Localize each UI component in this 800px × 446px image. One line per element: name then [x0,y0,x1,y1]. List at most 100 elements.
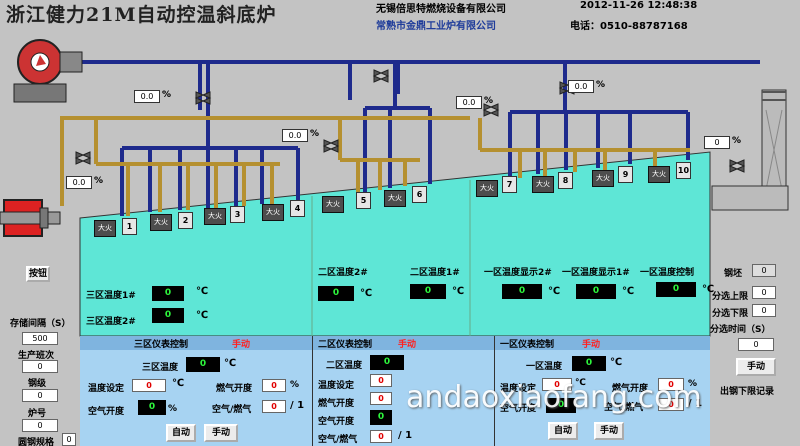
panel3-gas-unit: % [290,380,300,390]
furnace-number-label: 炉号 [28,409,47,419]
panel3-temp-display: 0 [186,357,220,372]
panel1-temp-display: 0 [572,356,606,371]
zone2-temp1-label: 二区温度2# [318,268,368,278]
bar-spec-input[interactable]: 0 [62,433,76,446]
panel3-temp-unit: ℃ [224,358,237,369]
panel2-setpoint-label: 温度设定 [318,381,355,391]
right-manual-button[interactable]: 手动 [736,358,776,376]
panel-divider [312,336,313,446]
valve-unit: % [596,80,606,90]
burner-fire-label: 大火 [322,196,344,213]
zone1-temp3-label: 一区温度控制 [640,268,695,278]
steel-grade-label: 钢级 [28,379,47,389]
zone3-temp2-display: 0 [152,308,184,323]
zone3-temp1-unit: ℃ [196,286,209,297]
valve-unit: % [484,96,494,106]
burner-fire-label: 大火 [476,180,498,197]
panel2-ratio-input[interactable]: 0 [370,430,392,443]
zone1-temp2-display: 0 [576,284,616,299]
panel3-setpoint-label: 温度设定 [88,384,125,394]
panel2-ratio-label: 空气/燃气 [318,435,358,445]
valve-unit: % [732,136,742,146]
watermark: andaoxiaofang.com [406,380,702,415]
zone2-temp1-unit: ℃ [360,288,373,299]
valve-opening: 0.0 [66,176,92,189]
zone1-temp1-unit: ℃ [548,286,561,297]
panel3-mode: 手动 [232,340,251,350]
interval-label: 存储间隔（S） [10,319,71,329]
burner-number: 7 [502,176,517,193]
burner-fire-label: 大火 [262,204,284,221]
lower-limit-label: 分选下限 [712,309,749,319]
zone2-temp2-display: 0 [410,284,446,299]
panel3-setpoint-unit: ℃ [172,378,185,389]
valve-unit: % [162,90,172,100]
panel1-title: 一区仪表控制 [500,340,555,350]
panel2-ratio-sep: / 1 [398,430,413,441]
panel3-auto-button[interactable]: 自动 [166,424,196,442]
zone2-temp1-display: 0 [318,286,354,301]
panel1-temp-unit: ℃ [610,357,623,368]
zone3-temp1-label: 三区温度1# [86,291,136,301]
bar-spec-label: 圆钢规格 [18,438,55,446]
burner-number: 1 [122,218,137,235]
burner-number: 9 [618,166,633,183]
panel2-title: 二区仪表控制 [318,340,373,350]
zone1-temp2-unit: ℃ [622,286,635,297]
shift-input[interactable]: 0 [22,360,58,373]
burner-number: 8 [558,172,573,189]
panel2-gas-input[interactable]: 0 [370,392,392,405]
panel1-auto-button[interactable]: 自动 [548,422,578,440]
burner-fire-label: 大火 [94,220,116,237]
burner-fire-label: 大火 [592,170,614,187]
interval-input[interactable]: 500 [22,332,58,345]
panel2-setpoint-input[interactable]: 0 [370,374,392,387]
burner-fire-label: 大火 [532,176,554,193]
zone1-temp2-label: 一区温度显示1# [562,268,630,278]
lower-limit-input[interactable]: 0 [752,304,776,317]
panel3-manual-button[interactable]: 手动 [204,424,238,442]
billet-value: 0 [752,264,776,277]
burner-fire-label: 大火 [204,208,226,225]
panel2-temp-label: 二区温度 [326,361,363,371]
panel3-ratio-sep: / 1 [290,400,305,411]
panel2-mode: 手动 [398,340,417,350]
steel-grade-input[interactable]: 0 [22,389,58,402]
zone1-temp1-display: 0 [502,284,542,299]
panel2-air-label: 空气开度 [318,417,355,427]
burner-number: 10 [676,162,691,179]
panel1-manual-button[interactable]: 手动 [594,422,624,440]
panel1-temp-label: 一区温度 [526,362,563,372]
panel3-ratio-input[interactable]: 0 [262,400,286,413]
panel3-setpoint-input[interactable]: 0 [132,379,166,392]
action-button[interactable]: 按钮 [26,266,50,282]
zone3-temp1-display: 0 [152,286,184,301]
billet-label: 钢坯 [724,269,743,279]
zone3-temp2-label: 三区温度2# [86,317,136,327]
zone3-temp2-unit: ℃ [196,310,209,321]
burner-number: 4 [290,200,305,217]
panel3-ratio-label: 空气/燃气 [212,405,252,415]
panel3-air-unit: % [168,404,178,414]
upper-limit-label: 分选上限 [712,292,749,302]
panel3-gas-input[interactable]: 0 [262,379,286,392]
valve-opening: 0.0 [282,129,308,142]
burner-number: 2 [178,212,193,229]
zone2-temp2-label: 二区温度1# [410,268,460,278]
panel3-air-display: 0 [138,400,166,415]
burner-fire-label: 大火 [384,190,406,207]
panel3-air-label: 空气开度 [88,407,125,417]
burner-fire-label: 大火 [648,166,670,183]
panel3-gas-label: 燃气开度 [216,384,253,394]
sort-time-input[interactable]: 0 [738,338,774,351]
valve-unit: % [310,129,320,139]
burner-number: 6 [412,186,427,203]
panel2-gas-label: 燃气开度 [318,399,355,409]
furnace-number-input[interactable]: 0 [22,419,58,432]
valve-unit: % [94,176,104,186]
panel3-title: 三区仪表控制 [134,340,189,350]
panel2-air-display: 0 [370,410,392,425]
zone1-temp3-display: 0 [656,282,696,297]
sort-time-label: 分选时间（S） [710,325,771,335]
upper-limit-input[interactable]: 0 [752,286,776,299]
